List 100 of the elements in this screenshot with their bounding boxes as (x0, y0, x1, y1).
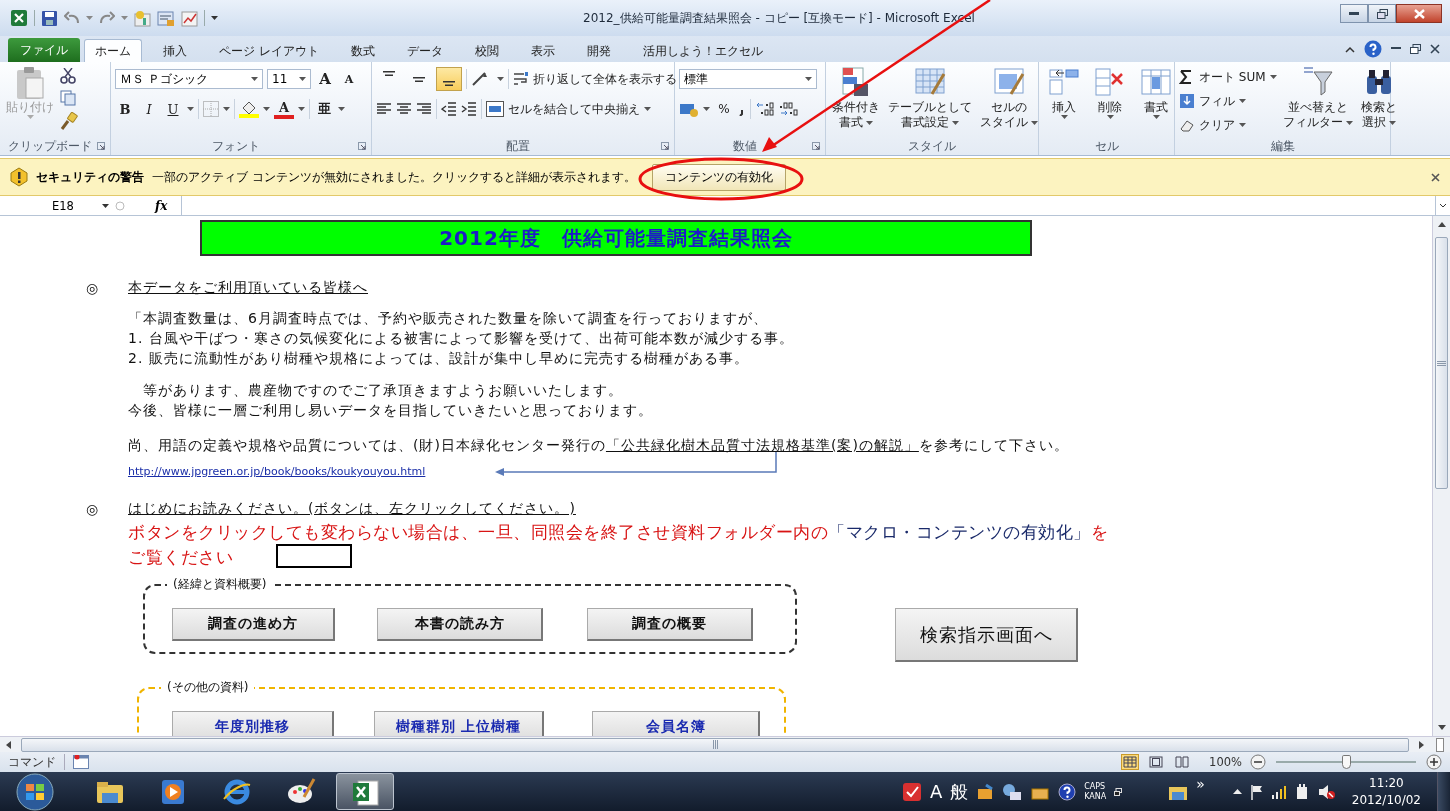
ribbon-tab[interactable]: データ (395, 39, 454, 62)
caret-icon[interactable] (298, 107, 305, 111)
close-icon[interactable] (1431, 172, 1440, 182)
caret-icon[interactable] (299, 77, 306, 81)
caret-icon[interactable] (1388, 120, 1396, 125)
ribbon-tab[interactable]: 挿入 (152, 39, 198, 62)
caret-icon[interactable] (1269, 75, 1277, 79)
caret-icon[interactable] (223, 107, 230, 111)
macro-button[interactable]: 本書の読み方 (377, 608, 543, 641)
caret-icon[interactable] (1031, 120, 1038, 125)
flag-icon[interactable] (1249, 783, 1264, 800)
caret-icon[interactable] (1345, 120, 1353, 125)
zoom-in-icon[interactable] (1426, 754, 1442, 770)
horizontal-align-icon[interactable] (376, 101, 392, 117)
macro-record-icon[interactable] (73, 755, 89, 769)
show-hidden-icons-icon[interactable] (1232, 789, 1242, 794)
caret-icon[interactable] (805, 77, 812, 81)
font-name-dropdown[interactable]: ＭＳ Ｐゴシック (115, 69, 263, 89)
help-icon[interactable] (1058, 782, 1077, 801)
start-button-icon[interactable] (14, 772, 56, 811)
horizontal-align-icon[interactable] (396, 101, 412, 117)
fill-color-icon[interactable] (239, 100, 259, 118)
increase-decimal-icon[interactable] (755, 101, 775, 117)
insert-cells-button[interactable]: 挿入 (1043, 66, 1085, 119)
scroll-thumb[interactable] (1435, 237, 1448, 489)
zoom-slider-thumb[interactable] (1342, 755, 1351, 769)
wrap-text-button[interactable]: 折り返して全体を表示する (513, 68, 677, 90)
shrink-font-button[interactable]: A (339, 68, 359, 90)
align-button[interactable] (436, 67, 462, 91)
dialog-launcher-icon[interactable] (812, 142, 820, 150)
fill-button[interactable]: フィル (1179, 90, 1277, 112)
grow-font-button[interactable]: A (315, 68, 335, 90)
file-tab[interactable]: ファイル (8, 38, 80, 62)
ime-kana-mode[interactable]: 般 (950, 779, 969, 804)
format-as-table-button[interactable]: テーブルとして 書式設定 (886, 66, 974, 130)
format-cells-button[interactable]: 書式 (1135, 66, 1177, 119)
caret-icon[interactable] (866, 120, 873, 125)
caret-icon[interactable] (1152, 115, 1160, 119)
caret-icon[interactable] (703, 107, 710, 111)
split-box-icon[interactable] (1436, 737, 1444, 752)
underline-button[interactable]: U (163, 98, 183, 120)
caret-icon[interactable] (1239, 99, 1246, 103)
selected-cell[interactable] (276, 544, 352, 568)
font-size-dropdown[interactable]: 11 (267, 69, 311, 89)
zoom-level[interactable]: 100% (1209, 755, 1242, 769)
caret-icon[interactable] (1106, 115, 1114, 119)
caret-icon[interactable] (497, 77, 504, 81)
dialog-launcher-icon[interactable] (358, 142, 366, 150)
close-icon[interactable] (1430, 44, 1440, 54)
scroll-left-icon[interactable] (6, 740, 11, 749)
spreadsheet-icon[interactable] (10, 9, 28, 27)
enable-content-button[interactable]: コンテンツの有効化 (652, 163, 786, 191)
publication-link[interactable]: 「公共緑化樹木品質寸法規格基準(案)の解説」 (605, 437, 919, 453)
currency-icon[interactable] (679, 101, 699, 117)
caret-icon[interactable] (251, 77, 258, 81)
search-screen-button[interactable]: 検索指示画面へ (895, 608, 1078, 662)
ribbon-tab[interactable]: ページ レイアウト (208, 39, 330, 62)
autosum-button[interactable]: オート SUM (1179, 66, 1277, 88)
vertical-scrollbar[interactable] (1432, 216, 1450, 736)
save-icon[interactable] (41, 9, 58, 27)
ime-pad-icon[interactable] (1002, 782, 1023, 801)
ribbon-tab[interactable]: 活用しよう！エクセル (631, 39, 774, 62)
ribbon-tab[interactable]: 校閲 (463, 39, 510, 62)
ribbon-tab[interactable]: ホーム (84, 39, 142, 62)
bold-button[interactable]: B (115, 98, 135, 120)
scroll-down-icon[interactable] (1437, 725, 1446, 730)
undo-icon[interactable] (64, 10, 80, 26)
dialog-launcher-icon[interactable] (97, 142, 105, 150)
caret-icon[interactable] (644, 107, 651, 111)
ime-mode[interactable]: A (929, 781, 943, 802)
zoom-out-icon[interactable] (1250, 754, 1266, 770)
clear-button[interactable]: クリア (1179, 114, 1277, 136)
minimize-icon[interactable] (1391, 47, 1401, 51)
scroll-up-icon[interactable] (1437, 222, 1446, 227)
caret-icon[interactable] (263, 107, 270, 111)
horizontal-align-icon[interactable] (416, 101, 432, 117)
restore-icon[interactable] (1114, 787, 1123, 796)
font-color-button[interactable]: A (274, 99, 294, 119)
find-select-button[interactable]: 検索と 選択 (1358, 66, 1399, 130)
restore-button[interactable] (1368, 4, 1396, 23)
separator-handle-icon[interactable] (115, 200, 125, 211)
decrease-indent-icon[interactable] (441, 101, 457, 117)
ime-tool-icon[interactable] (976, 782, 995, 801)
checklist-icon[interactable] (901, 781, 922, 802)
ribbon-tab[interactable]: 開発 (575, 39, 622, 62)
ribbon-tab[interactable]: 数式 (339, 39, 386, 62)
caret-icon[interactable] (102, 203, 109, 208)
number-format-dropdown[interactable]: 標準 (679, 69, 817, 89)
phonetic-button[interactable]: 亜 (314, 98, 334, 120)
caret-icon[interactable] (952, 120, 959, 125)
ribbon-tab[interactable]: 表示 (519, 39, 566, 62)
scissors-icon[interactable] (60, 68, 76, 84)
macro-button[interactable]: 会員名簿 (592, 711, 760, 736)
percent-button[interactable]: % (714, 98, 734, 120)
caret-icon[interactable] (187, 107, 194, 111)
restore-icon[interactable] (1410, 44, 1421, 54)
insert-function-button[interactable]: fx (155, 198, 168, 213)
minimize-button[interactable] (1340, 4, 1368, 23)
scroll-thumb[interactable] (21, 737, 1409, 752)
url-link[interactable]: http://www.jpgreen.or.jp/book/books/koukyouyou.html (128, 462, 426, 482)
